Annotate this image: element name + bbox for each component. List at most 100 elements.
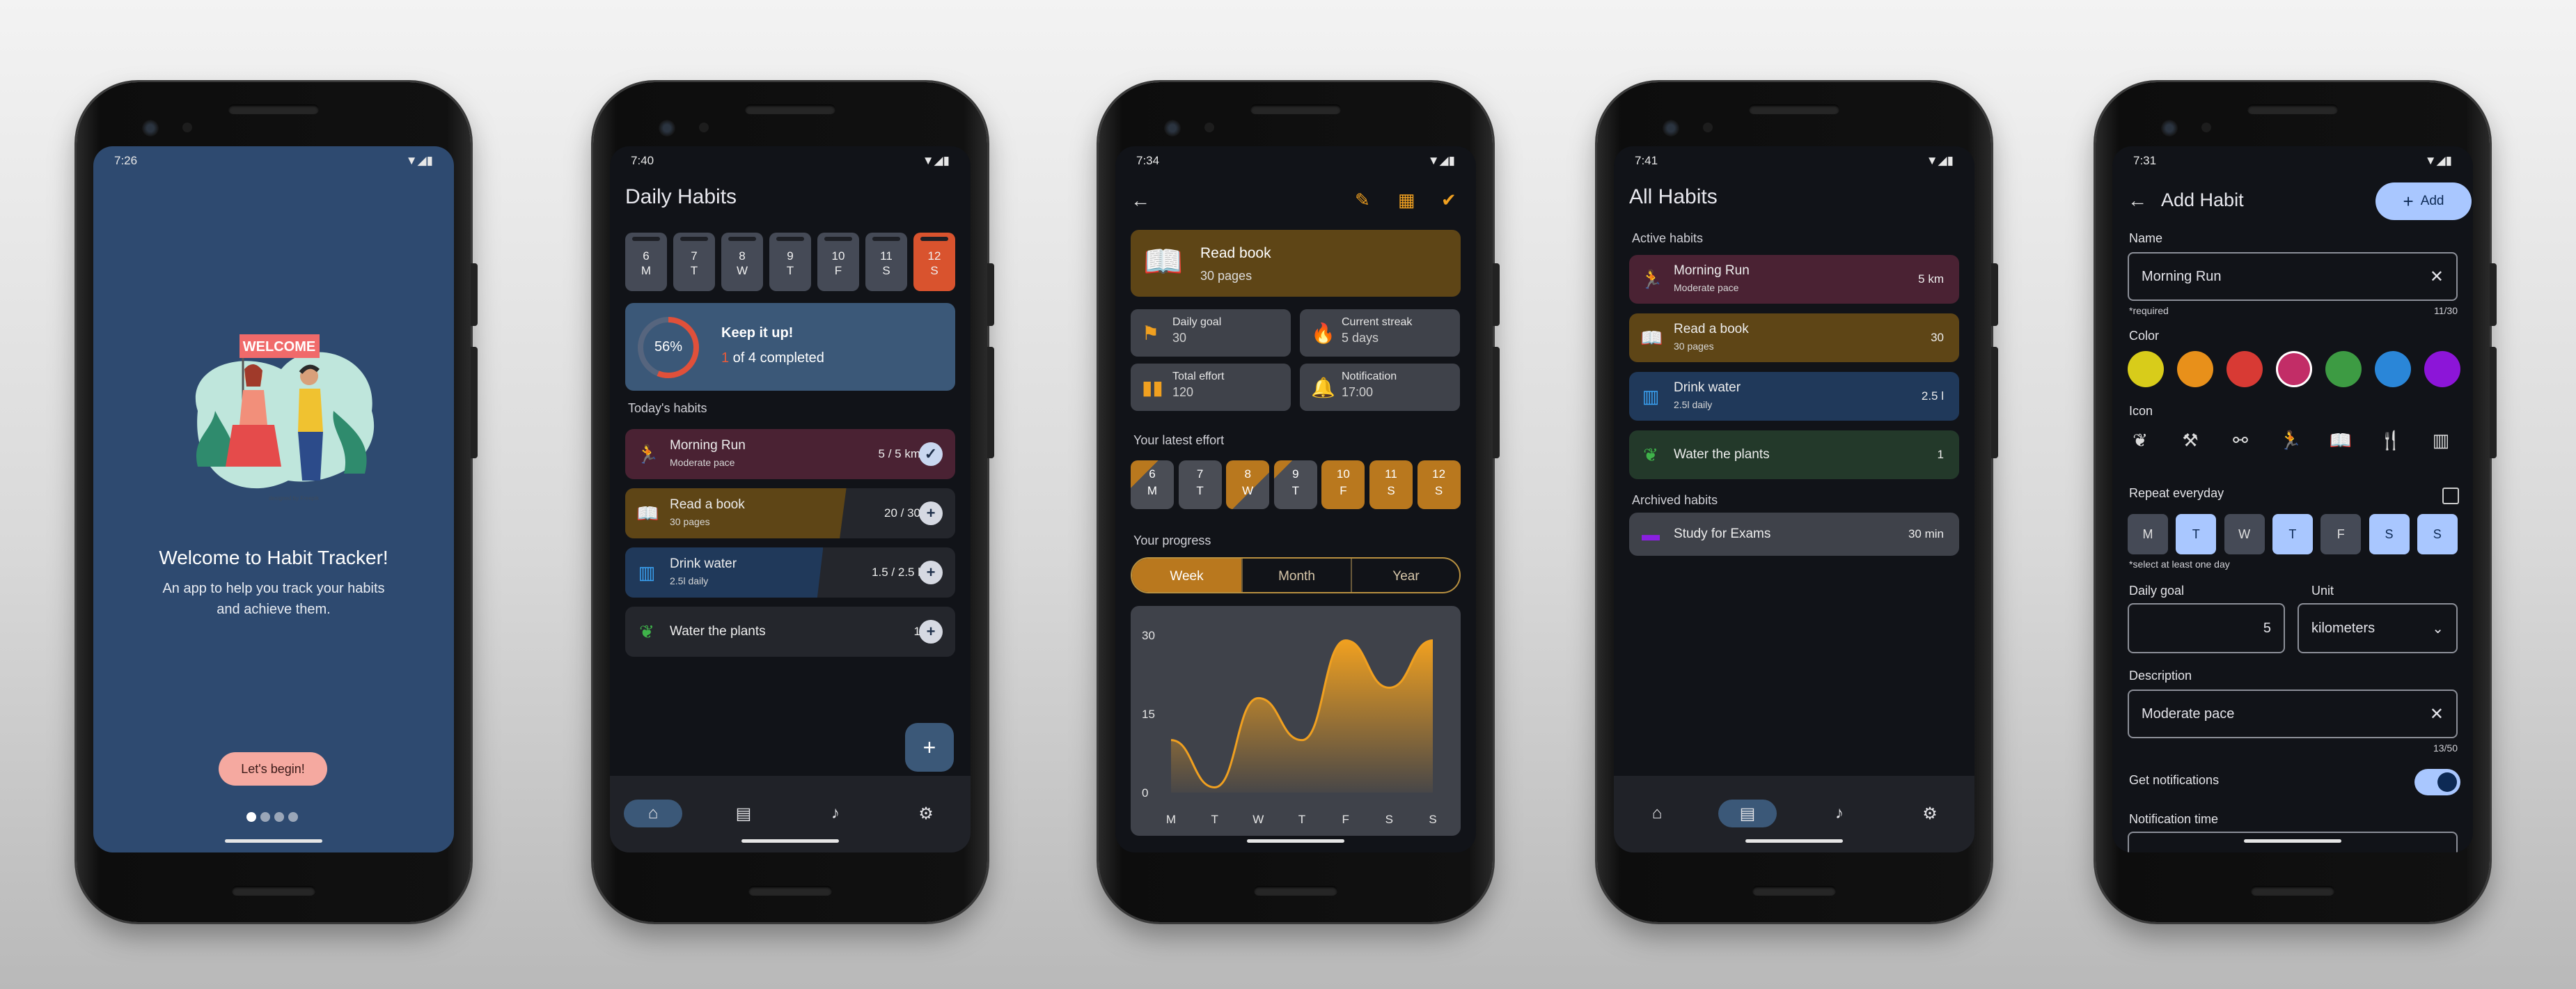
nav-list-icon[interactable]: ▤ (714, 800, 773, 827)
clear-icon[interactable]: ✕ (2430, 267, 2444, 287)
progress-percent: 56% (654, 339, 683, 355)
chart-svg: 0 15 30 M T W T F S S (1142, 629, 1437, 826)
archive-icon[interactable]: ✔ (1441, 189, 1456, 211)
color-swatch[interactable] (2276, 351, 2312, 387)
habit-header-card: 📖 Read book 30 pages (1131, 230, 1461, 297)
repeat-checkbox[interactable] (2442, 488, 2459, 504)
habit-item[interactable]: 🏃 Morning Run Moderate pace 5 km (1629, 255, 1959, 304)
repeat-day[interactable]: T (2272, 514, 2313, 554)
archived-habit-item[interactable]: ▬ Study for Exams 30 min (1629, 513, 1959, 556)
check-icon[interactable]: ✓ (919, 442, 943, 466)
habit-item[interactable]: ▥ Drink water 2.5l daily 1.5 / 2.5 l + (625, 547, 955, 598)
tab-week[interactable]: Week (1132, 559, 1241, 592)
tab-month[interactable]: Month (1241, 559, 1351, 592)
plus-icon[interactable]: + (919, 501, 943, 525)
back-arrow-icon[interactable]: ← (1131, 189, 1150, 212)
unit-select[interactable]: kilometers ⌄ (2298, 603, 2458, 653)
notifications-toggle[interactable] (2414, 769, 2460, 795)
phone-habit-detail: 7:34 ▼◢▮ ← ✎ ▦ ✔ 📖 Read book 30 pages ⚑ Da… (1099, 82, 1500, 922)
add-label: Add (2420, 194, 2444, 208)
day-card[interactable]: 10 F (817, 233, 859, 291)
day-letter: W (736, 264, 748, 277)
color-swatch[interactable] (2177, 351, 2213, 387)
plus-icon[interactable]: + (919, 561, 943, 584)
effort-day: 6M (1131, 460, 1174, 509)
effort-day-letter: S (1434, 484, 1443, 497)
day-card[interactable]: 8W (721, 233, 763, 291)
habit-item[interactable]: ▥ Drink water 2.5l daily 2.5 l (1629, 372, 1959, 421)
habit-sub: Moderate pace (670, 457, 735, 468)
screen: 7:31 ▼◢▮ ← Add Habit + Add Name Morning Ru… (2112, 146, 2473, 852)
clear-icon[interactable]: ✕ (2430, 704, 2444, 724)
habit-progress: 5 / 5 km (878, 447, 920, 460)
page-indicator[interactable] (246, 812, 298, 822)
nav-settings-icon[interactable]: ⚙ (897, 800, 955, 827)
notifications-label: Get notifications (2129, 773, 2220, 787)
effort-day-number: 6 (1149, 467, 1156, 481)
repeat-day[interactable]: F (2320, 514, 2362, 554)
effort-day: 10 F (1321, 460, 1365, 509)
cup-icon[interactable]: ▥ (2426, 425, 2456, 455)
color-swatch[interactable] (2128, 351, 2164, 387)
lets-begin-button[interactable]: Let's begin! (219, 752, 327, 786)
x-tick-label: T (1298, 813, 1305, 826)
stat-card: 🔥 Current streak 5 days (1300, 309, 1460, 357)
stat-value: 30 (1172, 331, 1187, 345)
x-tick-label: M (1166, 813, 1176, 826)
add-habit-fab[interactable]: + (905, 723, 954, 772)
day-card[interactable]: 12 S (913, 233, 955, 291)
day-card[interactable]: 7T (673, 233, 715, 291)
repeat-day[interactable]: S (2417, 514, 2458, 554)
color-swatch[interactable] (2424, 351, 2460, 387)
home-indicator (741, 839, 839, 843)
description-label: Description (2129, 669, 2192, 683)
color-swatch[interactable] (2226, 351, 2263, 387)
day-card[interactable]: 9T (769, 233, 811, 291)
run-icon[interactable]: 🏃 (2275, 425, 2306, 455)
edit-icon[interactable]: ✎ (1355, 189, 1370, 211)
dumbbell-icon[interactable]: ⚒ (2175, 425, 2206, 455)
repeat-day[interactable]: M (2128, 514, 2168, 554)
book-icon[interactable]: 📖 (2325, 425, 2356, 455)
habit-progress: 20 / 30 (884, 506, 920, 520)
nav-bell-icon[interactable]: ♪ (1810, 800, 1869, 827)
habit-item[interactable]: 🏃 Morning Run Moderate pace 5 / 5 km ✓ (625, 429, 955, 479)
phone-welcome: 7:26 ▼◢▮ WELCOME designed by Freepik Welc… (77, 82, 478, 922)
habit-sub: 30 pages (670, 516, 710, 527)
nav-bell-icon[interactable]: ♪ (806, 800, 865, 827)
nav-settings-icon[interactable]: ⚙ (1901, 800, 1959, 827)
habit-item[interactable]: ❦ Water the plants 1 (1629, 430, 1959, 479)
sprout-icon[interactable]: ❦ (2125, 425, 2155, 455)
nav-home-icon[interactable]: ⌂ (1628, 800, 1686, 827)
description-input[interactable]: Moderate pace ✕ (2128, 690, 2458, 738)
repeat-day[interactable]: W (2224, 514, 2265, 554)
repeat-day[interactable]: T (2176, 514, 2217, 554)
add-button[interactable]: + Add (2375, 182, 2472, 220)
day-card[interactable]: 11 S (865, 233, 907, 291)
effort-day-number: 7 (1196, 467, 1204, 481)
latest-effort: 6 M 7 T 8 W 9 T 10 F 11 S 12 S (1131, 460, 1461, 509)
name-input[interactable]: Morning Run ✕ (2128, 252, 2458, 301)
cutlery-icon[interactable]: 🍴 (2375, 425, 2406, 455)
habit-item[interactable]: 📖 Read a book 30 pages 30 (1629, 313, 1959, 362)
delete-icon[interactable]: ▦ (1398, 189, 1415, 211)
stat-label: Total effort (1172, 371, 1225, 382)
back-arrow-icon[interactable]: ← (2128, 189, 2147, 212)
habit-name: Water the plants (670, 624, 766, 639)
nav-list-icon[interactable]: ▤ (1718, 800, 1777, 827)
completed-count: 1 of 4 completed (721, 350, 824, 366)
book-icon: 📖 (636, 502, 659, 524)
color-swatch[interactable] (2325, 351, 2362, 387)
day-number: 10 (831, 249, 845, 263)
repeat-day[interactable]: S (2369, 514, 2410, 554)
color-swatch[interactable] (2375, 351, 2411, 387)
tab-year[interactable]: Year (1351, 559, 1459, 592)
bike-icon[interactable]: ⚯ (2225, 425, 2256, 455)
nav-home-icon[interactable]: ⌂ (624, 800, 682, 827)
daily-goal-input[interactable]: 5 (2128, 603, 2285, 653)
habit-item[interactable]: 📖 Read a book 30 pages 20 / 30 + (625, 488, 955, 538)
day-card[interactable]: 6M (625, 233, 667, 291)
flame-icon: 🔥 (1311, 322, 1335, 344)
habit-item[interactable]: ❦ Water the plants 1 + (625, 607, 955, 657)
plus-icon[interactable]: + (919, 620, 943, 644)
